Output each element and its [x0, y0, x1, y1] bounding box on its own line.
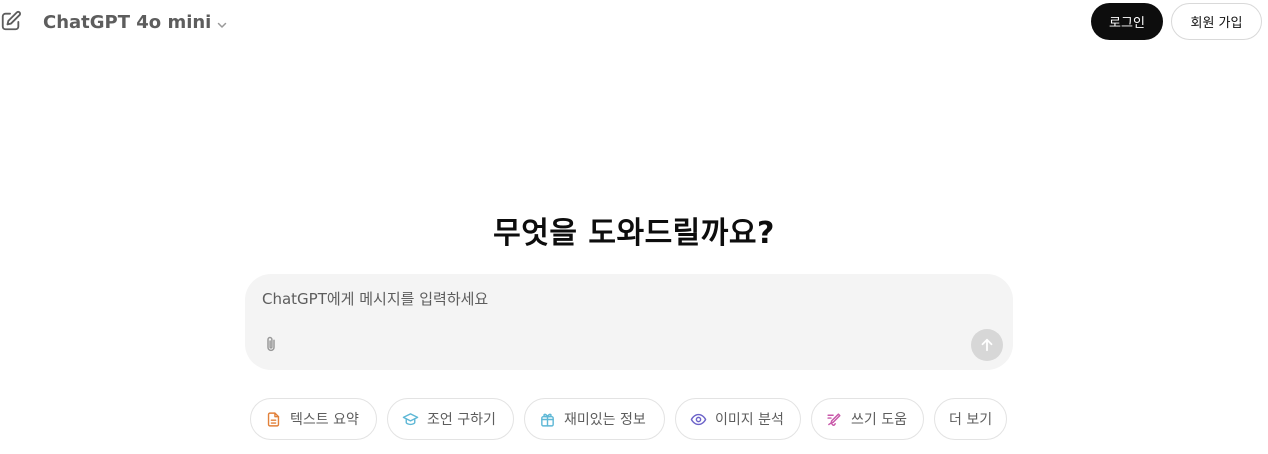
- suggestion-fun-facts[interactable]: 재미있는 정보: [524, 398, 665, 440]
- new-chat-icon[interactable]: [0, 10, 22, 32]
- suggestion-summarize-text[interactable]: 텍스트 요약: [250, 398, 377, 440]
- arrow-up-icon: [981, 338, 993, 352]
- signup-button[interactable]: 회원 가입: [1171, 3, 1262, 40]
- message-input[interactable]: [262, 288, 962, 310]
- more-suggestions-button[interactable]: 더 보기: [934, 398, 1007, 440]
- chevron-down-icon: [216, 16, 228, 28]
- page-title: 무엇을 도와드릴까요?: [493, 216, 775, 251]
- chip-label: 재미있는 정보: [564, 412, 646, 428]
- message-composer: [245, 274, 1013, 370]
- chip-label: 텍스트 요약: [290, 412, 359, 428]
- login-button[interactable]: 로그인: [1091, 3, 1163, 40]
- suggestion-analyze-image[interactable]: 이미지 분석: [675, 398, 801, 440]
- model-selector[interactable]: ChatGPT 4o mini: [43, 10, 228, 34]
- send-button[interactable]: [971, 329, 1003, 361]
- chatgpt-home: ChatGPT 4o mini 로그인 회원 가입 무엇을 도와드릴까요? Ch…: [0, 0, 1268, 454]
- pen-icon: [827, 412, 841, 426]
- paperclip-icon[interactable]: [262, 335, 280, 353]
- top-bar: ChatGPT 4o mini 로그인 회원 가입: [0, 0, 1268, 44]
- chip-label: 조언 구하기: [427, 412, 496, 428]
- model-name: ChatGPT 4o mini: [43, 11, 212, 33]
- chip-label: 이미지 분석: [715, 412, 784, 428]
- chip-label: 쓰기 도움: [851, 412, 907, 428]
- gift-icon: [541, 413, 554, 427]
- suggestion-get-advice[interactable]: 조언 구하기: [387, 398, 514, 440]
- graduation-cap-icon: [402, 412, 419, 425]
- suggestion-writing-help[interactable]: 쓰기 도움: [811, 398, 924, 440]
- document-icon: [267, 411, 280, 427]
- eye-icon: [690, 413, 707, 425]
- chip-label: 더 보기: [949, 412, 993, 428]
